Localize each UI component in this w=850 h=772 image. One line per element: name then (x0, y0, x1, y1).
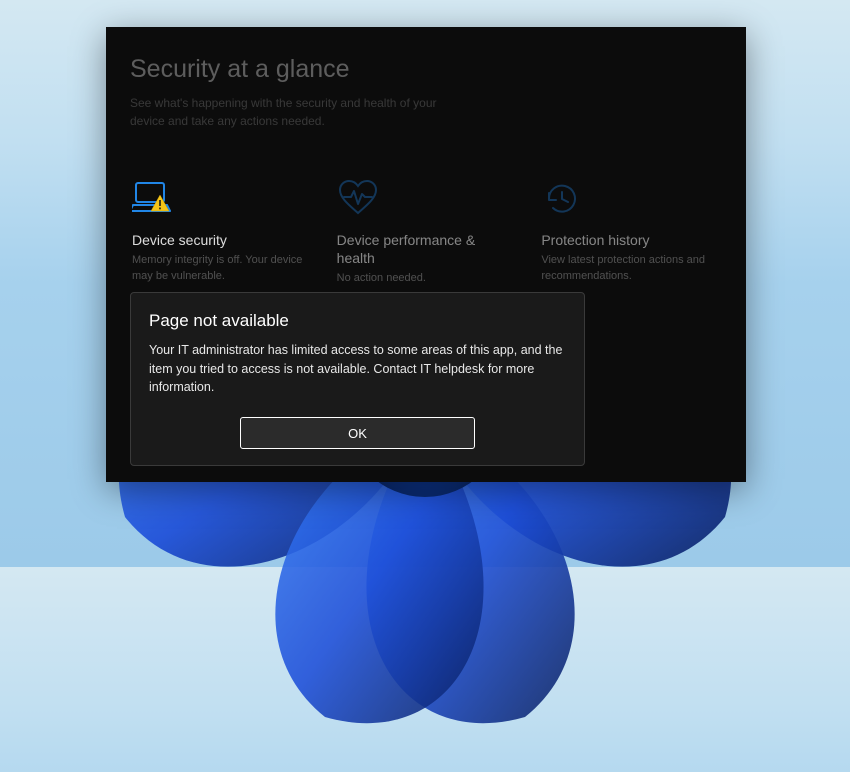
security-cards-row: Device security Memory integrity is off.… (130, 175, 722, 291)
card-desc: Memory integrity is off. Your device may… (132, 253, 311, 285)
card-protection-history[interactable]: Protection history View latest protectio… (539, 175, 722, 291)
heart-pulse-icon (337, 179, 516, 219)
device-security-icon (132, 179, 311, 219)
page-not-available-dialog: Page not available Your IT administrator… (130, 292, 585, 466)
ok-button[interactable]: OK (240, 417, 475, 449)
security-window: Security at a glance See what's happenin… (106, 27, 746, 482)
page-title: Security at a glance (130, 55, 722, 84)
card-title: Device security (132, 231, 311, 249)
card-device-security[interactable]: Device security Memory integrity is off.… (130, 175, 313, 291)
card-title: Protection history (541, 231, 720, 249)
card-desc: No action needed. (337, 271, 516, 287)
history-clock-icon (541, 179, 720, 219)
dialog-actions: OK (149, 417, 566, 449)
card-desc: View latest protection actions and recom… (541, 253, 720, 285)
card-performance-health[interactable]: Device performance & health No action ne… (335, 175, 518, 291)
dialog-body: Your IT administrator has limited access… (149, 341, 566, 397)
dialog-title: Page not available (149, 311, 566, 331)
page-subtitle: See what's happening with the security a… (130, 94, 470, 130)
card-title: Device performance & health (337, 231, 516, 267)
